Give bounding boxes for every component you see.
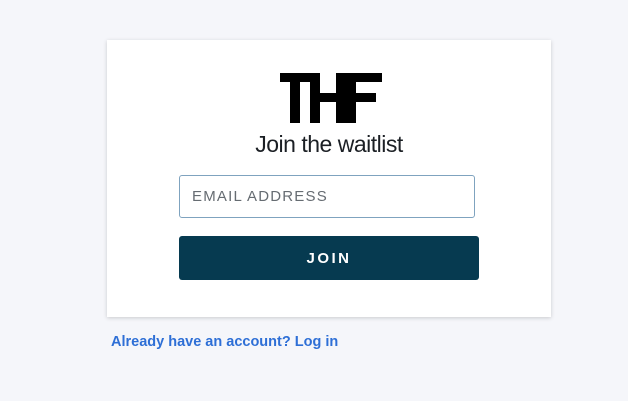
page-title: Join the waitlist [255, 131, 403, 157]
login-link[interactable]: Already have an account? Log in [111, 334, 338, 350]
join-button[interactable]: JOIN [179, 236, 479, 280]
waitlist-card: Join the waitlist JOIN [107, 40, 551, 317]
thf-logo [280, 73, 382, 123]
email-field[interactable] [179, 175, 475, 218]
